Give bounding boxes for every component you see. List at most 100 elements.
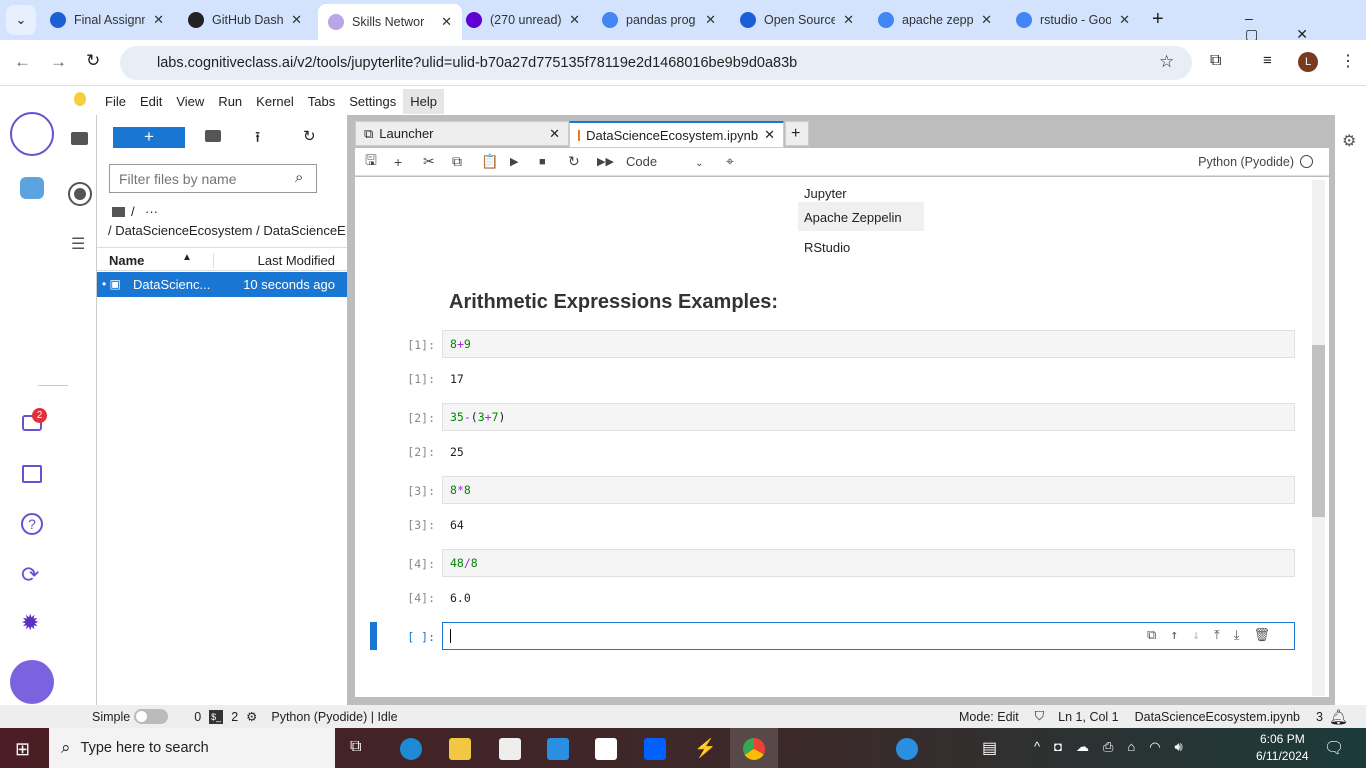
task-view-icon[interactable]: ⧉ <box>350 738 372 760</box>
menu-kernel[interactable]: Kernel <box>249 89 301 114</box>
property-inspector-icon[interactable]: ⚙ <box>1342 131 1356 151</box>
active-code-cell[interactable]: ⧉↑↓⤒⤓🗑︎ <box>442 622 1295 650</box>
kernel-status[interactable]: Python (Pyodide) | Idle <box>271 710 397 724</box>
close-icon[interactable]: ✕ <box>153 12 164 28</box>
chrome-taskbar-button[interactable] <box>730 728 778 768</box>
ai-assistant-icon[interactable] <box>20 177 44 199</box>
close-icon[interactable]: ✕ <box>441 14 452 30</box>
avatar[interactable]: L <box>1298 52 1318 72</box>
news-icon[interactable] <box>22 465 42 483</box>
run-icon[interactable]: ▶ <box>510 155 539 168</box>
kernel-count[interactable]: 2 <box>231 710 238 724</box>
file-row[interactable]: • ▣ DataScienc... 10 seconds ago <box>97 272 347 297</box>
close-icon[interactable]: ✕ <box>291 12 302 28</box>
close-icon[interactable]: ✕ <box>569 12 580 28</box>
code-cell-input[interactable]: 48/8 <box>442 549 1295 577</box>
stop-icon[interactable]: ■ <box>539 156 568 168</box>
trusted-shield-icon[interactable]: ⛉ <box>1035 709 1044 724</box>
sync-icon[interactable]: ⟳ <box>21 562 39 588</box>
clock-date[interactable]: 6/11/2024 <box>1256 749 1309 763</box>
running-icon[interactable] <box>68 182 92 206</box>
help-icon[interactable]: ? <box>21 513 43 535</box>
paste-icon[interactable]: 📋 <box>481 153 510 170</box>
bookmark-star-icon[interactable]: ☆ <box>1159 52 1174 72</box>
bell-icon[interactable]: 🔔︎ <box>1329 708 1348 726</box>
new-tab-button[interactable]: + <box>1152 8 1164 31</box>
col-name[interactable]: Name <box>109 253 144 268</box>
browser-tab[interactable]: (270 unread) ✕ <box>456 6 590 34</box>
breadcrumb[interactable]: / DataScienceEcosystem / DataScienceE <box>108 223 347 238</box>
menu-help[interactable]: Help <box>403 89 444 114</box>
code-cell-input[interactable]: 35-(3+7) <box>442 403 1295 431</box>
path-folder-icon[interactable] <box>112 207 125 217</box>
browser-tab[interactable]: rstudio - Goo ✕ <box>1006 6 1140 34</box>
insert-above-icon[interactable]: ⤒ <box>1214 628 1234 643</box>
move-up-icon[interactable]: ↑ <box>1170 628 1192 643</box>
copy-icon[interactable]: ⧉ <box>452 153 481 170</box>
location-icon[interactable]: ⌖ <box>726 153 734 170</box>
windows-start-icon[interactable]: ⊞ <box>15 739 30 760</box>
reload-icon[interactable]: ↻ <box>86 51 100 71</box>
close-icon[interactable]: ✕ <box>705 12 716 28</box>
notification-count[interactable]: 3 <box>1316 710 1323 724</box>
restart-run-all-icon[interactable]: ▶▶ <box>597 155 626 168</box>
filter-files-input[interactable] <box>109 164 317 193</box>
edge-icon[interactable] <box>400 738 422 760</box>
menu-edit[interactable]: Edit <box>133 89 169 114</box>
cursor-position[interactable]: Ln 1, Col 1 <box>1058 710 1118 724</box>
folder-icon[interactable] <box>71 132 88 145</box>
toc-icon[interactable]: ☰ <box>71 234 85 254</box>
scrollbar-thumb[interactable] <box>1312 345 1325 517</box>
tab-launcher[interactable]: ⧉ Launcher ✕ <box>355 121 569 146</box>
path-more[interactable]: ··· <box>145 204 158 219</box>
duplicate-cell-icon[interactable]: ⧉ <box>1147 628 1170 643</box>
close-icon[interactable]: ✕ <box>843 12 854 28</box>
action-center-icon[interactable]: 🗨︎ <box>1324 738 1344 758</box>
upload-icon[interactable]: ⭱ <box>255 127 260 152</box>
menu-view[interactable]: View <box>169 89 211 114</box>
browser-tab[interactable]: pandas prog ✕ <box>592 6 726 34</box>
insert-cell-icon[interactable]: + <box>394 154 423 170</box>
tab-notebook[interactable]: DataScienceEcosystem.ipynb ✕ <box>569 121 784 148</box>
skills-network-logo-icon[interactable] <box>10 112 54 156</box>
window-controls[interactable]: –▢✕ <box>1245 10 1366 43</box>
forward-icon[interactable]: → <box>50 52 67 72</box>
url-field[interactable]: labs.cognitiveclass.ai/v2/tools/jupyterl… <box>120 46 1192 80</box>
restart-icon[interactable]: ↻ <box>568 153 597 170</box>
news-widget-icon[interactable]: ▤ <box>982 738 997 758</box>
theme-icon[interactable]: ✹ <box>21 610 39 636</box>
close-icon[interactable]: ✕ <box>981 12 992 28</box>
back-icon[interactable]: ← <box>14 52 31 72</box>
new-folder-icon[interactable] <box>205 130 221 142</box>
new-tab-button[interactable]: + <box>785 121 809 146</box>
media-icon[interactable]: ≡ <box>1263 52 1272 69</box>
store-icon[interactable] <box>499 738 521 760</box>
dropbox-icon[interactable] <box>644 738 666 760</box>
path-root[interactable]: / <box>131 204 135 219</box>
cut-icon[interactable]: ✂ <box>423 153 452 170</box>
code-cell-input[interactable]: 8*8 <box>442 476 1295 504</box>
new-launcher-button[interactable]: + <box>113 127 185 148</box>
close-icon[interactable]: ✕ <box>764 127 775 143</box>
browser-menu-icon[interactable]: ⋮ <box>1340 51 1356 71</box>
amazon-icon[interactable] <box>595 738 617 760</box>
close-icon[interactable]: ✕ <box>549 126 560 142</box>
browser-tab[interactable]: Open Source ✕ <box>730 6 864 34</box>
code-cell-input[interactable]: 8+9 <box>442 330 1295 358</box>
menu-tabs[interactable]: Tabs <box>301 89 342 114</box>
move-down-icon[interactable]: ↓ <box>1192 628 1214 643</box>
menu-settings[interactable]: Settings <box>342 89 403 114</box>
tray-icons[interactable]: ^◘☁⎙⌂◠🔊︎ <box>1034 739 1197 755</box>
col-last-modified[interactable]: Last Modified <box>212 253 335 268</box>
insert-below-icon[interactable]: ⤓ <box>1234 628 1254 643</box>
browser-tab[interactable]: GitHub Dash ✕ <box>178 6 312 34</box>
kernel-name[interactable]: Python (Pyodide) <box>1198 155 1294 169</box>
menu-file[interactable]: File <box>98 89 133 114</box>
simple-mode-toggle[interactable] <box>134 709 169 724</box>
tab-search-button[interactable]: ⌄ <box>6 5 36 35</box>
close-icon[interactable]: ✕ <box>1119 12 1130 28</box>
user-avatar-icon[interactable] <box>10 660 54 704</box>
menu-run[interactable]: Run <box>211 89 249 114</box>
terminal-count[interactable]: 0 <box>194 710 201 724</box>
save-icon[interactable]: 🖫 <box>365 150 394 174</box>
